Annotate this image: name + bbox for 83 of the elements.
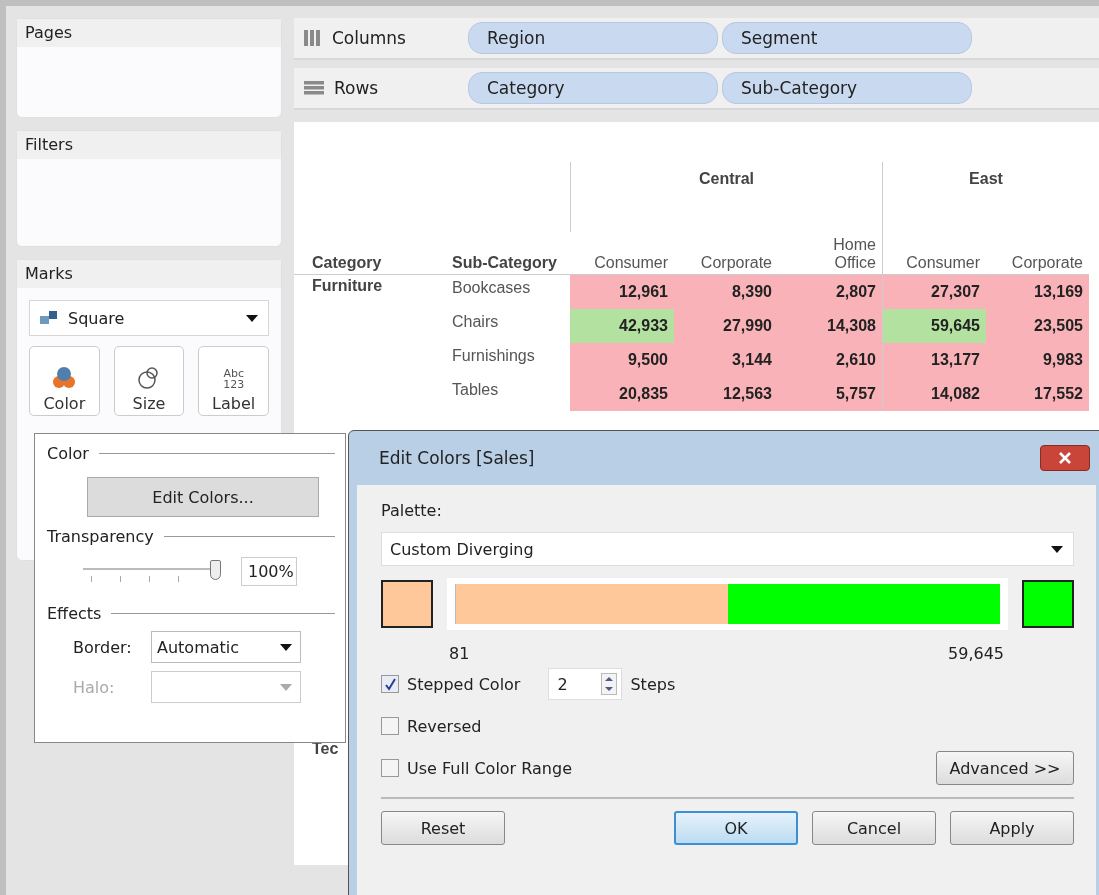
value-cell: 12,563 <box>674 377 778 411</box>
value-cell: 14,082 <box>882 377 986 411</box>
option-label: Use Full Color Range <box>407 758 572 778</box>
caret-icon <box>246 314 258 322</box>
dialog-button[interactable]: Apply <box>950 811 1074 845</box>
size-card[interactable]: Size <box>113 346 185 416</box>
dialog-title: Edit Colors [Sales] <box>379 448 535 468</box>
value-cell: 9,983 <box>986 343 1089 377</box>
value-cell: 5,757 <box>778 377 882 411</box>
checkbox[interactable] <box>381 759 399 777</box>
transparency-value[interactable]: 100% <box>241 556 297 586</box>
size-circles-icon <box>137 366 161 390</box>
value-cell: 13,169 <box>986 275 1089 309</box>
section-heading: Effects <box>47 604 102 623</box>
palette-dropdown[interactable]: Custom Diverging <box>381 532 1074 566</box>
min-value: 81 <box>449 644 470 663</box>
value-cell: 9,500 <box>570 343 674 377</box>
field-pill[interactable]: Segment <box>722 22 972 54</box>
dialog-button[interactable]: Cancel <box>812 811 936 845</box>
subcategory-label: Furnishings <box>451 346 536 366</box>
value-cell: 2,807 <box>778 275 882 309</box>
shelf-label: Rows <box>334 78 379 98</box>
caret-icon <box>280 643 292 651</box>
value-cell: 42,933 <box>570 309 674 343</box>
effect-dropdown[interactable]: Automatic <box>151 631 301 663</box>
close-icon <box>1058 452 1072 464</box>
option-label: Reversed <box>407 716 482 736</box>
filters-title: Filters <box>17 131 281 159</box>
value-cell: 12,961 <box>570 275 674 309</box>
region-header: Central <box>570 162 882 232</box>
subcategory-label: Tables <box>451 380 500 400</box>
value-cell: 13,177 <box>882 343 986 377</box>
rows-icon <box>304 81 324 95</box>
field-pill[interactable]: Region <box>468 22 718 54</box>
checkbox[interactable] <box>381 675 399 693</box>
palette-label: Palette: <box>381 501 443 520</box>
color-circles-icon <box>51 366 78 390</box>
shelf-label: Columns <box>332 28 406 48</box>
color-swatch[interactable] <box>1022 580 1074 628</box>
squares-icon <box>40 311 60 325</box>
steps-spinner[interactable]: 2 <box>548 668 623 700</box>
steps-label: Steps <box>630 674 676 694</box>
field-pill[interactable]: Sub-Category <box>722 72 972 104</box>
pages-title: Pages <box>17 19 281 47</box>
label-card[interactable]: Abc 123 Label <box>198 346 269 416</box>
section-heading: Transparency <box>47 527 154 546</box>
subcategory-label: Bookcases <box>451 278 532 298</box>
row-header: Sub-Category <box>434 254 570 275</box>
caret-icon <box>280 683 292 691</box>
category-label: Furniture <box>311 276 384 296</box>
value-cell: 27,307 <box>882 275 986 309</box>
value-cell: 8,390 <box>674 275 778 309</box>
row-header: Category <box>294 254 434 275</box>
abc-label-icon: Abc 123 <box>223 368 245 390</box>
columns-icon <box>304 30 322 46</box>
option-label: Stepped Color <box>407 674 521 694</box>
caret-icon <box>1051 545 1063 553</box>
value-cell: 2,610 <box>778 343 882 377</box>
value-cell: 17,552 <box>986 377 1089 411</box>
value-cell: 20,835 <box>570 377 674 411</box>
color-swatch[interactable] <box>381 580 433 628</box>
checkbox[interactable] <box>381 717 399 735</box>
color-card[interactable]: Color <box>29 346 100 416</box>
value-cell: 3,144 <box>674 343 778 377</box>
field-label: Halo: <box>73 677 116 697</box>
marks-title: Marks <box>17 260 281 288</box>
edit-colors-button[interactable]: Edit Colors... <box>87 477 319 517</box>
max-value: 59,645 <box>948 644 1004 663</box>
advanced-button[interactable]: Advanced >> <box>936 751 1074 785</box>
value-cell: 23,505 <box>986 309 1089 343</box>
value-cell: 14,308 <box>778 309 882 343</box>
field-label: Border: <box>73 637 133 657</box>
field-pill[interactable]: Category <box>468 72 718 104</box>
value-cell: 59,645 <box>882 309 986 343</box>
spinner-arrows-icon <box>601 673 618 695</box>
region-header: East <box>882 162 1089 232</box>
mark-type-dropdown[interactable]: Square <box>29 300 269 336</box>
subcategory-label: Chairs <box>451 312 500 332</box>
dialog-button[interactable]: OK <box>674 811 798 845</box>
dialog-button[interactable]: Reset <box>381 811 505 845</box>
close-button[interactable] <box>1040 445 1090 471</box>
value-cell: 27,990 <box>674 309 778 343</box>
section-heading: Color <box>47 444 89 463</box>
